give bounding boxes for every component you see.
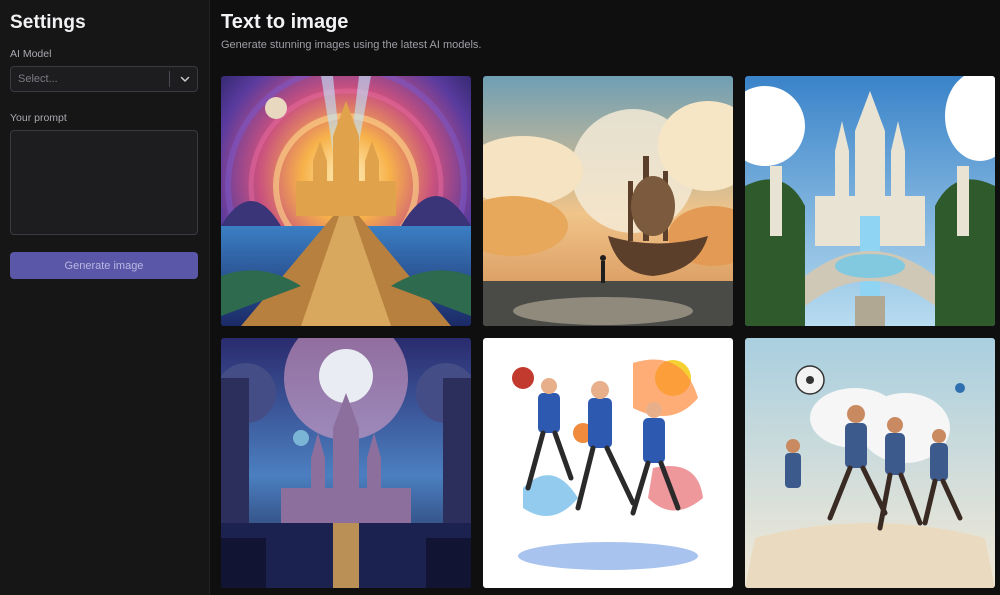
settings-title: Settings [10,12,86,33]
runners-splash-art-image[interactable] [483,338,733,588]
page-title: Text to image [221,11,349,33]
steampunk-airship-moon-image[interactable] [483,76,733,326]
crystal-palace-waterfall-image[interactable] [745,76,995,326]
runners-soccer-ball-image[interactable] [745,338,995,588]
generate-image-button[interactable]: Generate image [10,252,198,279]
image-gallery [221,76,995,588]
prompt-textarea[interactable] [10,130,198,235]
ai-model-select[interactable]: Select... [10,66,198,92]
psychedelic-castle-bridge-image[interactable] [221,76,471,326]
prompt-label: Your prompt [10,112,67,124]
chevron-down-icon[interactable] [177,71,193,87]
moonlit-castle-lake-image[interactable] [221,338,471,588]
select-separator [169,71,170,87]
page-subtitle: Generate stunning images using the lates… [221,39,482,51]
settings-sidebar: Settings AI Model Select... Your prompt … [0,0,210,595]
main-content: Text to image Generate stunning images u… [221,0,1000,595]
ai-model-select-value: Select... [18,73,58,85]
ai-model-label: AI Model [10,48,52,60]
